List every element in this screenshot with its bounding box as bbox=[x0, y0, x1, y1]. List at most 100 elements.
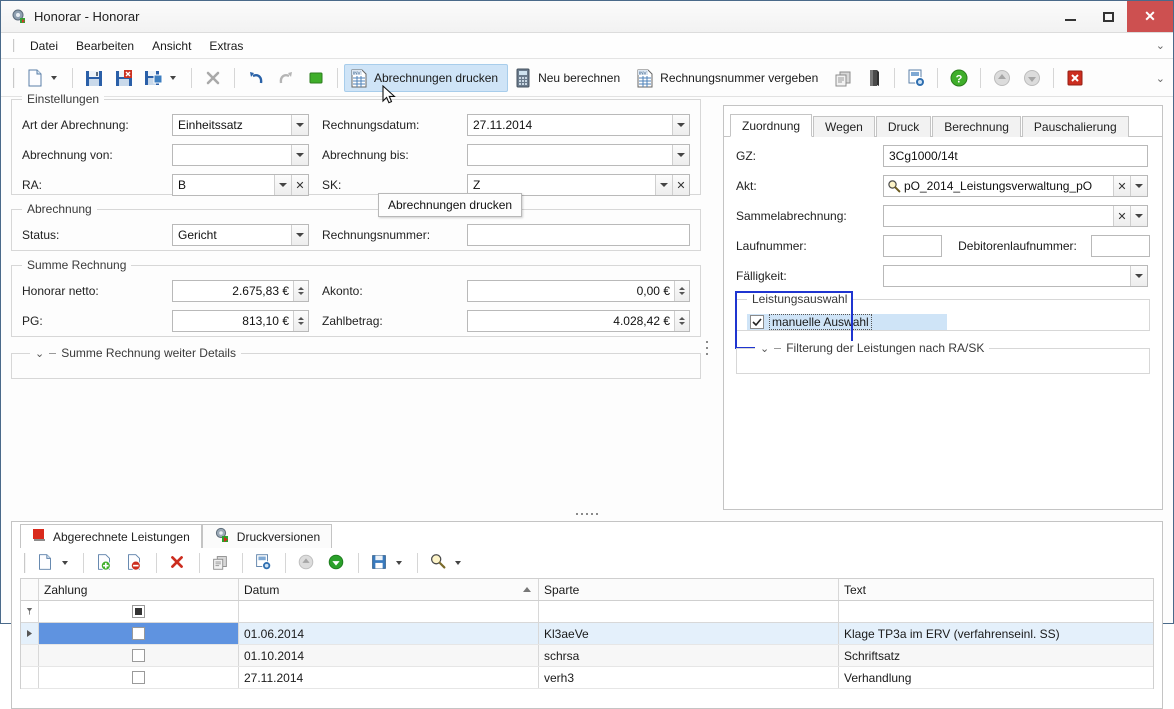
sammelabrechnung-lookup[interactable]: ✕ bbox=[883, 205, 1148, 227]
rechnungsnummer-input[interactable] bbox=[467, 224, 690, 246]
table-row[interactable]: 01.10.2014 schrsa Schriftsatz bbox=[21, 645, 1153, 667]
clear-akt-icon[interactable]: ✕ bbox=[1113, 176, 1130, 196]
abrechnung-bis-combo[interactable] bbox=[467, 144, 690, 166]
chevron-down-icon[interactable] bbox=[672, 145, 689, 165]
status-combo[interactable]: Gericht bbox=[172, 224, 309, 246]
menu-item-ansicht[interactable]: Ansicht bbox=[143, 36, 200, 56]
cell-zahlung[interactable] bbox=[39, 623, 239, 644]
pg-spinner[interactable]: 813,10 € bbox=[172, 310, 309, 332]
vertical-splitter[interactable] bbox=[706, 341, 708, 359]
grid-header-sparte[interactable]: Sparte bbox=[539, 579, 839, 600]
chevron-down-icon[interactable]: ⌄ bbox=[760, 342, 769, 355]
assign-invoice-number-button[interactable]: INV Rechnungsnummer vergeben bbox=[630, 64, 828, 92]
chevron-down-icon[interactable] bbox=[1130, 206, 1147, 226]
cancel-button[interactable] bbox=[198, 64, 228, 92]
magnifier-icon[interactable] bbox=[884, 179, 904, 193]
help-button[interactable]: ? bbox=[944, 64, 974, 92]
copy-button[interactable] bbox=[828, 64, 858, 92]
rechnungsdatum-combo[interactable]: 27.11.2014 bbox=[467, 114, 690, 136]
chevron-down-icon[interactable] bbox=[62, 561, 68, 565]
filterung-group[interactable]: ⌄ Filterung der Leistungen nach RA/SK bbox=[736, 341, 1150, 374]
tab-abgerechnete-leistungen[interactable]: Abgerechnete Leistungen bbox=[20, 524, 202, 548]
save-delete-button[interactable] bbox=[109, 64, 139, 92]
chevron-down-icon[interactable]: ⌄ bbox=[35, 347, 44, 360]
book-button[interactable] bbox=[858, 64, 888, 92]
previous-button[interactable] bbox=[987, 64, 1017, 92]
pg-stepper[interactable] bbox=[293, 311, 308, 331]
zahlung-checkbox[interactable] bbox=[132, 627, 145, 640]
print-invoices-button[interactable]: INV Abrechnungen drucken bbox=[344, 63, 509, 92]
move-down-button[interactable] bbox=[322, 549, 352, 577]
close-window-button[interactable] bbox=[1060, 64, 1090, 92]
zahlbetrag-stepper[interactable] bbox=[674, 311, 689, 331]
menu-overflow-chevron-down-icon[interactable]: ⌄ bbox=[1156, 39, 1165, 52]
add-row-button[interactable] bbox=[90, 549, 120, 577]
akt-lookup[interactable]: pO_2014_Leistungsverwaltung_pO ✕ bbox=[883, 175, 1148, 197]
grid-filter-row[interactable] bbox=[21, 601, 1153, 623]
ra-combo[interactable]: B ✕ bbox=[172, 174, 309, 196]
move-up-button[interactable] bbox=[292, 549, 322, 577]
cell-zahlung[interactable] bbox=[39, 645, 239, 666]
weitere-details-group[interactable]: ⌄ Summe Rechnung weiter Details bbox=[11, 346, 701, 379]
filter-cell-text[interactable] bbox=[839, 601, 1153, 622]
tab-druckversionen[interactable]: Druckversionen bbox=[201, 524, 333, 548]
grid-header-datum[interactable]: Datum bbox=[239, 579, 539, 600]
chevron-down-icon[interactable] bbox=[655, 175, 672, 195]
debitorenlaufnummer-input[interactable] bbox=[1090, 235, 1150, 257]
menu-item-bearbeiten[interactable]: Bearbeiten bbox=[67, 36, 143, 56]
chevron-down-icon[interactable] bbox=[291, 115, 308, 135]
filter-cell-sparte[interactable] bbox=[539, 601, 839, 622]
chevron-down-icon[interactable] bbox=[51, 75, 57, 80]
filter-cell-datum[interactable] bbox=[239, 601, 539, 622]
chevron-down-icon[interactable] bbox=[291, 145, 308, 165]
chevron-down-icon[interactable] bbox=[274, 175, 291, 195]
new-row-button[interactable] bbox=[31, 549, 77, 577]
akonto-spinner[interactable]: 0,00 € bbox=[467, 280, 690, 302]
menu-grip[interactable] bbox=[13, 39, 15, 52]
table-row[interactable]: 01.06.2014 Kl3aeVe Klage TP3a im ERV (ve… bbox=[21, 623, 1153, 645]
duplicate-button[interactable] bbox=[206, 549, 236, 577]
zahlbetrag-spinner[interactable]: 4.028,42 € bbox=[467, 310, 690, 332]
menu-item-extras[interactable]: Extras bbox=[200, 36, 252, 56]
chevron-down-icon[interactable] bbox=[455, 561, 461, 565]
art-der-abrechnung-combo[interactable]: Einheitssatz bbox=[172, 114, 309, 136]
cell-zahlung[interactable] bbox=[39, 667, 239, 688]
honorar-netto-spinner[interactable]: 2.675,83 € bbox=[172, 280, 309, 302]
honorar-netto-stepper[interactable] bbox=[293, 281, 308, 301]
table-row[interactable]: 27.11.2014 verh3 Verhandlung bbox=[21, 667, 1153, 689]
stop-button[interactable] bbox=[301, 64, 331, 92]
close-button[interactable]: ✕ bbox=[1127, 1, 1173, 32]
abrechnung-von-combo[interactable] bbox=[172, 144, 309, 166]
faelligkeit-combo[interactable] bbox=[883, 265, 1148, 287]
chevron-down-icon[interactable] bbox=[1130, 266, 1147, 286]
chevron-down-icon[interactable] bbox=[672, 115, 689, 135]
chevron-down-icon[interactable] bbox=[291, 225, 308, 245]
zahlung-checkbox[interactable] bbox=[132, 649, 145, 662]
clear-sammelabrechnung-icon[interactable]: ✕ bbox=[1113, 206, 1130, 226]
save-as-button[interactable] bbox=[139, 64, 185, 92]
save-button[interactable] bbox=[79, 64, 109, 92]
minimize-button[interactable] bbox=[1051, 1, 1089, 32]
redo-button[interactable] bbox=[271, 64, 301, 92]
laufnummer-input[interactable] bbox=[883, 235, 943, 257]
find-button[interactable] bbox=[424, 549, 470, 577]
delete-button[interactable] bbox=[163, 549, 193, 577]
tab-zuordnung[interactable]: Zuordnung bbox=[730, 114, 813, 137]
zahlung-checkbox[interactable] bbox=[132, 671, 145, 684]
menu-item-datei[interactable]: Datei bbox=[21, 36, 67, 56]
tab-pauschalierung[interactable]: Pauschalierung bbox=[1021, 116, 1129, 137]
export-grid-button[interactable] bbox=[249, 549, 279, 577]
weitere-details-header[interactable]: ⌄ Summe Rechnung weiter Details bbox=[30, 346, 241, 360]
gz-input[interactable]: 3Cg1000/14t bbox=[883, 145, 1148, 167]
zahlung-tristate-checkbox[interactable] bbox=[132, 605, 145, 618]
grid-header-zahlung[interactable]: Zahlung bbox=[39, 579, 239, 600]
chevron-down-icon[interactable] bbox=[396, 561, 402, 565]
filter-cell-zahlung[interactable] bbox=[39, 601, 239, 622]
undo-button[interactable] bbox=[241, 64, 271, 92]
toolbar-grip[interactable] bbox=[13, 67, 15, 88]
clear-ra-icon[interactable]: ✕ bbox=[291, 175, 308, 195]
remove-row-button[interactable] bbox=[120, 549, 150, 577]
filterung-header[interactable]: ⌄ Filterung der Leistungen nach RA/SK bbox=[755, 341, 990, 355]
tab-wegen[interactable]: Wegen bbox=[813, 116, 875, 137]
horizontal-splitter[interactable] bbox=[576, 513, 598, 515]
